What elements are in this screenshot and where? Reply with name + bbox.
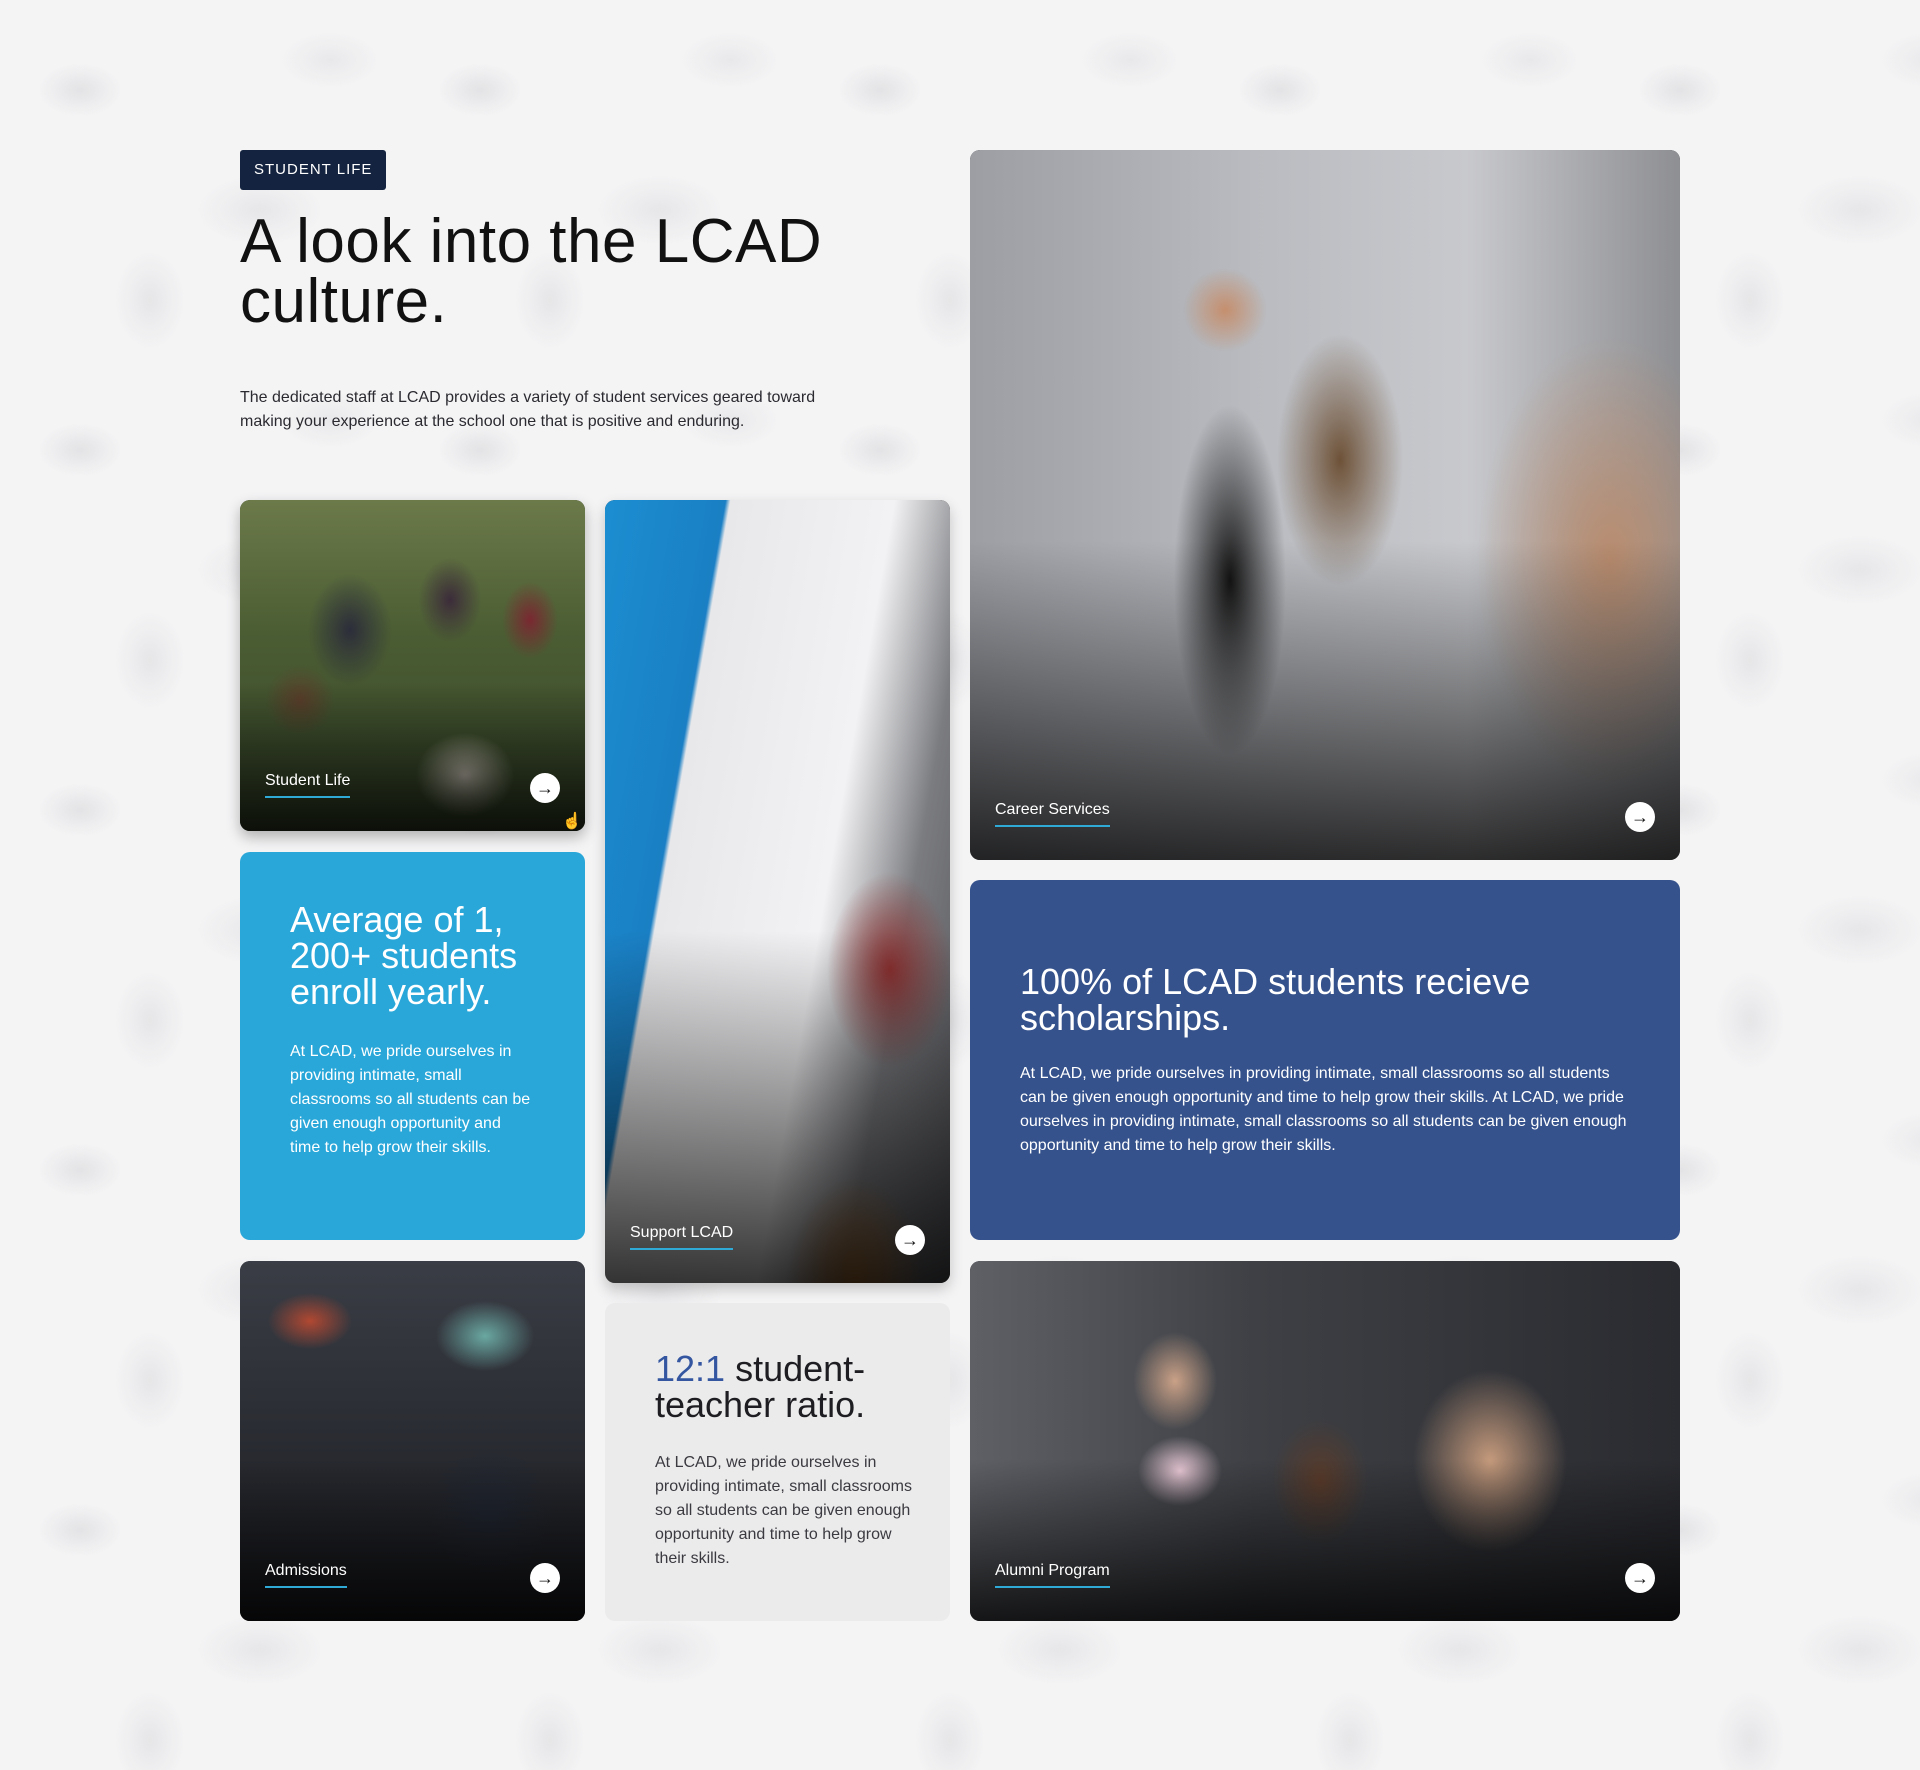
- student-life-link[interactable]: Student Life: [265, 772, 351, 798]
- career-services-card[interactable]: Career Services →: [970, 150, 1680, 860]
- admissions-link[interactable]: Admissions: [265, 1562, 347, 1588]
- support-lcad-link[interactable]: Support LCAD: [630, 1224, 734, 1250]
- student-life-card[interactable]: Student Life →: [240, 500, 585, 831]
- photo-overlay: [240, 1459, 585, 1621]
- arrow-right-icon[interactable]: →: [1625, 1563, 1655, 1593]
- arrow-right-icon[interactable]: →: [895, 1225, 925, 1255]
- alumni-program-link[interactable]: Alumni Program: [995, 1562, 1110, 1588]
- enrollment-description: At LCAD, we pride ourselves in providing…: [290, 1043, 531, 1156]
- arrow-right-icon[interactable]: →: [530, 1563, 560, 1593]
- ratio-headline: 12:1 student-teacher ratio.: [655, 1351, 895, 1423]
- pointer-cursor-icon: ☝: [562, 813, 582, 830]
- enrollment-stat-card: Average of 1, 200+ students enroll yearl…: [240, 852, 585, 1240]
- photo-overlay: [240, 682, 585, 831]
- scholarship-description: At LCAD, we pride ourselves in providing…: [1020, 1065, 1627, 1154]
- ratio-stat-card: 12:1 student-teacher ratio. At LCAD, we …: [605, 1303, 950, 1621]
- scholarship-headline: 100% of LCAD students recieve scholarshi…: [1020, 961, 1531, 1038]
- ratio-value: 12:1: [655, 1348, 726, 1389]
- intro-text: The dedicated staff at LCAD provides a v…: [240, 389, 816, 430]
- support-lcad-card[interactable]: Support LCAD →: [605, 500, 950, 1283]
- page-title: A look into the LCAD culture.: [240, 207, 823, 336]
- arrow-right-icon[interactable]: →: [1625, 802, 1655, 832]
- admissions-card[interactable]: Admissions →: [240, 1261, 585, 1621]
- ratio-description: At LCAD, we pride ourselves in providing…: [655, 1454, 912, 1567]
- scholarship-stat-card: 100% of LCAD students recieve scholarshi…: [970, 880, 1680, 1240]
- career-services-link[interactable]: Career Services: [995, 801, 1110, 827]
- section-badge: STUDENT LIFE: [240, 150, 387, 190]
- photo-overlay: [970, 1459, 1680, 1621]
- alumni-program-card[interactable]: Alumni Program →: [970, 1261, 1680, 1621]
- arrow-right-icon[interactable]: →: [530, 773, 560, 803]
- enrollment-headline: Average of 1, 200+ students enroll yearl…: [290, 899, 518, 1012]
